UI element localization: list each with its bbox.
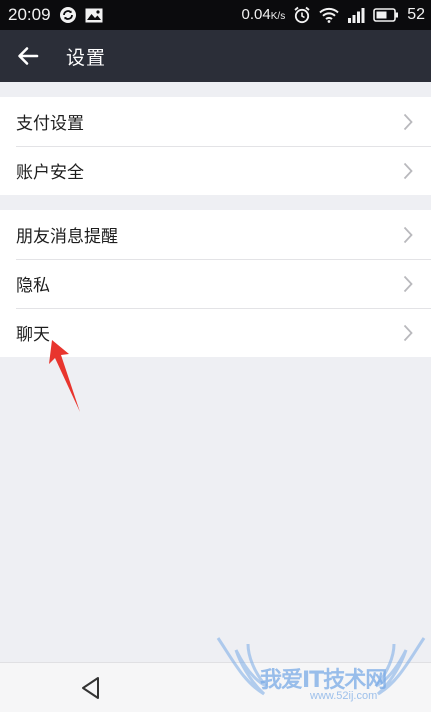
status-bar: 20:09 0.04K/s 52 [0, 0, 431, 30]
settings-item-chat[interactable]: 聊天 [0, 308, 431, 357]
chevron-right-icon [403, 113, 413, 131]
battery-level: 52 [407, 6, 425, 23]
network-speed: 0.04K/s [241, 6, 286, 23]
navigation-bar [0, 662, 431, 712]
settings-group-2: 朋友消息提醒 隐私 聊天 [0, 210, 431, 357]
image-icon [85, 8, 103, 23]
title-bar: 设置 [0, 30, 431, 82]
settings-item-privacy[interactable]: 隐私 [0, 259, 431, 308]
arrow-left-icon [17, 46, 39, 66]
status-time: 20:09 [8, 5, 51, 24]
chevron-right-icon [403, 162, 413, 180]
settings-item-friend-notifications[interactable]: 朋友消息提醒 [0, 210, 431, 259]
chevron-right-icon [403, 324, 413, 342]
page-title: 设置 [66, 46, 107, 69]
back-button[interactable] [0, 30, 56, 82]
signal-icon [347, 7, 365, 23]
settings-item-account-security[interactable]: 账户安全 [0, 146, 431, 195]
settings-item-label: 聊天 [16, 325, 50, 345]
chevron-right-icon [403, 226, 413, 244]
alarm-icon [293, 6, 311, 24]
battery-icon [373, 8, 399, 22]
settings-item-payment[interactable]: 支付设置 [0, 97, 431, 146]
sync-icon [59, 6, 77, 24]
settings-item-label: 账户安全 [16, 163, 84, 183]
nav-back-icon[interactable] [78, 675, 104, 701]
settings-item-label: 朋友消息提醒 [16, 227, 118, 247]
settings-group-1: 支付设置 账户安全 [0, 97, 431, 195]
wifi-icon [319, 7, 339, 23]
chevron-right-icon [403, 275, 413, 293]
settings-item-label: 隐私 [16, 276, 50, 296]
settings-item-label: 支付设置 [16, 114, 84, 134]
